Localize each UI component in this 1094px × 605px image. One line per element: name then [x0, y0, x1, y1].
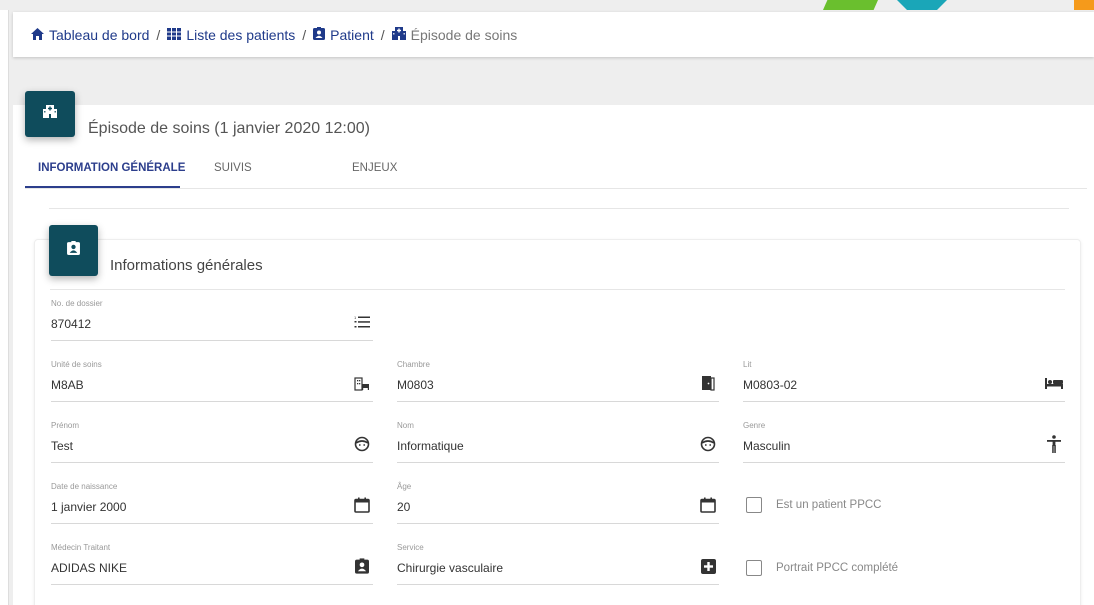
- field-label: Unité de soins: [51, 360, 102, 369]
- door-icon: [699, 374, 717, 392]
- breadcrumb-dashboard[interactable]: Tableau de bord: [31, 27, 149, 43]
- svg-text:1: 1: [354, 315, 357, 320]
- checkbox-label: Est un patient PPCC: [776, 499, 882, 511]
- breadcrumb-separator: /: [380, 26, 385, 43]
- field-value: Test: [51, 439, 74, 453]
- age-field[interactable]: Âge 20: [397, 482, 719, 524]
- service-field[interactable]: Service Chirurgie vasculaire: [397, 543, 719, 585]
- field-value: M0803-02: [743, 378, 798, 392]
- divider: [49, 208, 1069, 209]
- field-value: Chirurgie vasculaire: [397, 561, 504, 575]
- top-strip: [0, 0, 1094, 10]
- date-naissance-field[interactable]: Date de naissance 1 janvier 2000: [51, 482, 373, 524]
- episode-badge: [25, 91, 75, 137]
- field-label: Lit: [743, 360, 752, 369]
- field-label: Prénom: [51, 421, 80, 430]
- field-value: M0803: [397, 378, 434, 392]
- bed-icon: [1045, 374, 1063, 392]
- episode-card: Épisode de soins (1 janvier 2020 12:00) …: [13, 91, 1094, 605]
- decor-orange-shape: [1074, 0, 1094, 10]
- field-value: 870412: [51, 317, 92, 331]
- hospital-icon: [43, 105, 57, 123]
- face-icon: [353, 435, 371, 453]
- breadcrumb-patient[interactable]: Patient: [313, 26, 374, 43]
- patient-card-icon: [353, 557, 371, 575]
- field-label: Chambre: [397, 360, 430, 369]
- portrait-ppcc-checkbox-row[interactable]: Portrait PPCC complété: [746, 560, 898, 576]
- patient-card-icon: [67, 241, 80, 260]
- general-info-card: Informations générales No. de dossier 87…: [34, 225, 1081, 605]
- field-label: Date de naissance: [51, 482, 118, 491]
- tab-enjeux[interactable]: ENJEUX: [352, 162, 397, 174]
- face-icon: [699, 435, 717, 453]
- hospital-building-icon: [353, 374, 371, 392]
- numbered-list-icon: 1: [353, 313, 371, 331]
- unite-soins-field[interactable]: Unité de soins M8AB: [51, 360, 373, 402]
- decor-green-shape: [823, 0, 878, 10]
- dossier-field[interactable]: No. de dossier 870412 1: [51, 299, 373, 341]
- page-title: Épisode de soins (1 janvier 2020 12:00): [88, 120, 370, 137]
- calendar-icon: [353, 496, 371, 514]
- person-icon: [1045, 435, 1063, 453]
- calendar-icon: [699, 496, 717, 514]
- field-value: 1 janvier 2000: [51, 500, 127, 514]
- field-label: Genre: [743, 421, 766, 430]
- portrait-ppcc-checkbox[interactable]: [746, 560, 762, 576]
- prenom-field[interactable]: Prénom Test: [51, 421, 373, 463]
- breadcrumb-label: Liste des patients: [186, 26, 296, 43]
- tab-information-generale[interactable]: INFORMATION GÉNÉRALE: [38, 162, 185, 174]
- breadcrumb-separator: /: [302, 26, 307, 43]
- genre-field[interactable]: Genre Masculin: [743, 421, 1065, 463]
- breadcrumb-label: Tableau de bord: [49, 26, 150, 43]
- field-value: Informatique: [397, 439, 464, 453]
- patient-card-icon: [313, 26, 326, 43]
- decor-teal-shape: [897, 0, 947, 10]
- lit-field[interactable]: Lit M0803-02: [743, 360, 1065, 402]
- home-icon: [31, 27, 44, 43]
- breadcrumb-separator: /: [156, 26, 161, 43]
- hospital-icon: [391, 26, 406, 43]
- breadcrumb-patient-list[interactable]: Liste des patients: [167, 27, 295, 43]
- medecin-field[interactable]: Médecin Traitant ADIDAS NIKE: [51, 543, 373, 585]
- nom-field[interactable]: Nom Informatique: [397, 421, 719, 463]
- field-label: Service: [397, 543, 424, 552]
- left-sidebar-edge: [0, 0, 9, 605]
- field-value: 20: [397, 500, 411, 514]
- section-title: Informations générales: [110, 257, 263, 274]
- field-label: No. de dossier: [51, 299, 103, 308]
- tab-suivis[interactable]: SUIVIS: [214, 162, 252, 174]
- breadcrumb-label: Épisode de soins: [410, 26, 518, 43]
- breadcrumb-episode: Épisode de soins: [391, 26, 518, 43]
- breadcrumb: Tableau de bord / Liste des patients / P…: [13, 12, 1094, 57]
- breadcrumb-label: Patient: [330, 26, 374, 43]
- chambre-field[interactable]: Chambre M0803: [397, 360, 719, 402]
- field-label: Âge: [397, 482, 412, 491]
- medical-cross-icon: [699, 557, 717, 575]
- ppcc-checkbox-row[interactable]: Est un patient PPCC: [746, 497, 881, 513]
- field-label: Nom: [397, 421, 414, 430]
- tab-bar: INFORMATION GÉNÉRALE SUIVIS ENJEUX: [25, 157, 1087, 189]
- list-icon: [167, 27, 182, 43]
- field-label: Médecin Traitant: [51, 543, 111, 552]
- info-badge: [49, 225, 98, 276]
- field-value: ADIDAS NIKE: [51, 561, 128, 575]
- ppcc-checkbox[interactable]: [746, 497, 762, 513]
- field-value: Masculin: [743, 439, 791, 453]
- divider: [50, 289, 1065, 290]
- checkbox-label: Portrait PPCC complété: [776, 562, 899, 574]
- field-value: M8AB: [51, 378, 84, 392]
- active-tab-indicator: [25, 186, 180, 188]
